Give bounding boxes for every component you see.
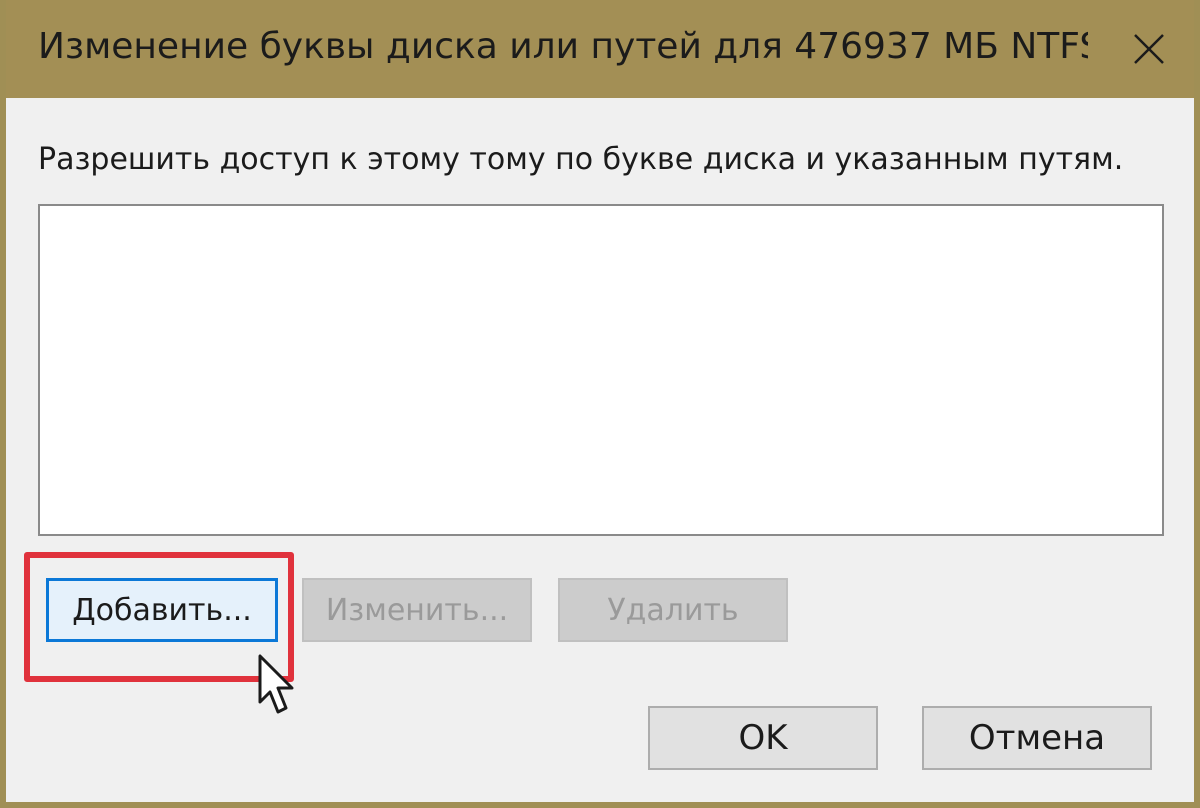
- paths-listbox[interactable]: [38, 204, 1164, 536]
- description-label: Разрешить доступ к этому тому по букве д…: [38, 142, 1124, 177]
- mouse-pointer-icon: [258, 654, 294, 714]
- add-button[interactable]: Добавить...: [46, 578, 278, 642]
- close-button[interactable]: [1104, 0, 1194, 98]
- change-button[interactable]: Изменить...: [302, 578, 532, 642]
- window-title: Изменение буквы диска или путей для 4769…: [38, 26, 1088, 67]
- remove-button[interactable]: Удалить: [558, 578, 788, 642]
- dialog-body: Разрешить доступ к этому тому по букве д…: [6, 98, 1194, 802]
- dialog-window: Изменение буквы диска или путей для 4769…: [0, 0, 1200, 808]
- ok-button[interactable]: OK: [648, 706, 878, 770]
- title-bar[interactable]: Изменение буквы диска или путей для 4769…: [6, 0, 1194, 98]
- cancel-button[interactable]: Отмена: [922, 706, 1152, 770]
- close-icon: [1134, 34, 1164, 64]
